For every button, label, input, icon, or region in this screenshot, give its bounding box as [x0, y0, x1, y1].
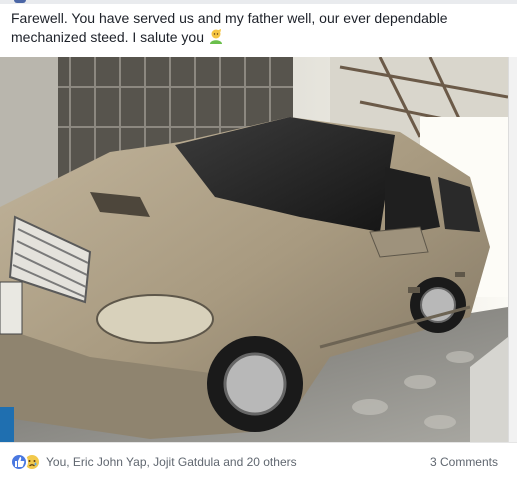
scrollbar[interactable] [508, 57, 517, 442]
avatar-edge [14, 0, 26, 3]
post-caption-text: Farewell. You have served us and my fath… [11, 10, 448, 45]
post-footer: You, Eric John Yap, Jojit Gatdula and 20… [0, 442, 517, 480]
reactions-summary[interactable]: You, Eric John Yap, Jojit Gatdula and 20… [10, 453, 297, 471]
post-caption: Farewell. You have served us and my fath… [11, 9, 481, 47]
car-photo[interactable] [0, 57, 508, 442]
comments-count-link[interactable]: 3 Comments [430, 455, 498, 469]
reactions-names[interactable]: You, Eric John Yap, Jojit Gatdula and 20… [46, 455, 297, 469]
facebook-post: Farewell. You have served us and my fath… [0, 0, 517, 480]
saluting-person-emoji-icon [208, 28, 224, 44]
like-icon [10, 453, 28, 471]
post-top-divider [0, 0, 517, 4]
